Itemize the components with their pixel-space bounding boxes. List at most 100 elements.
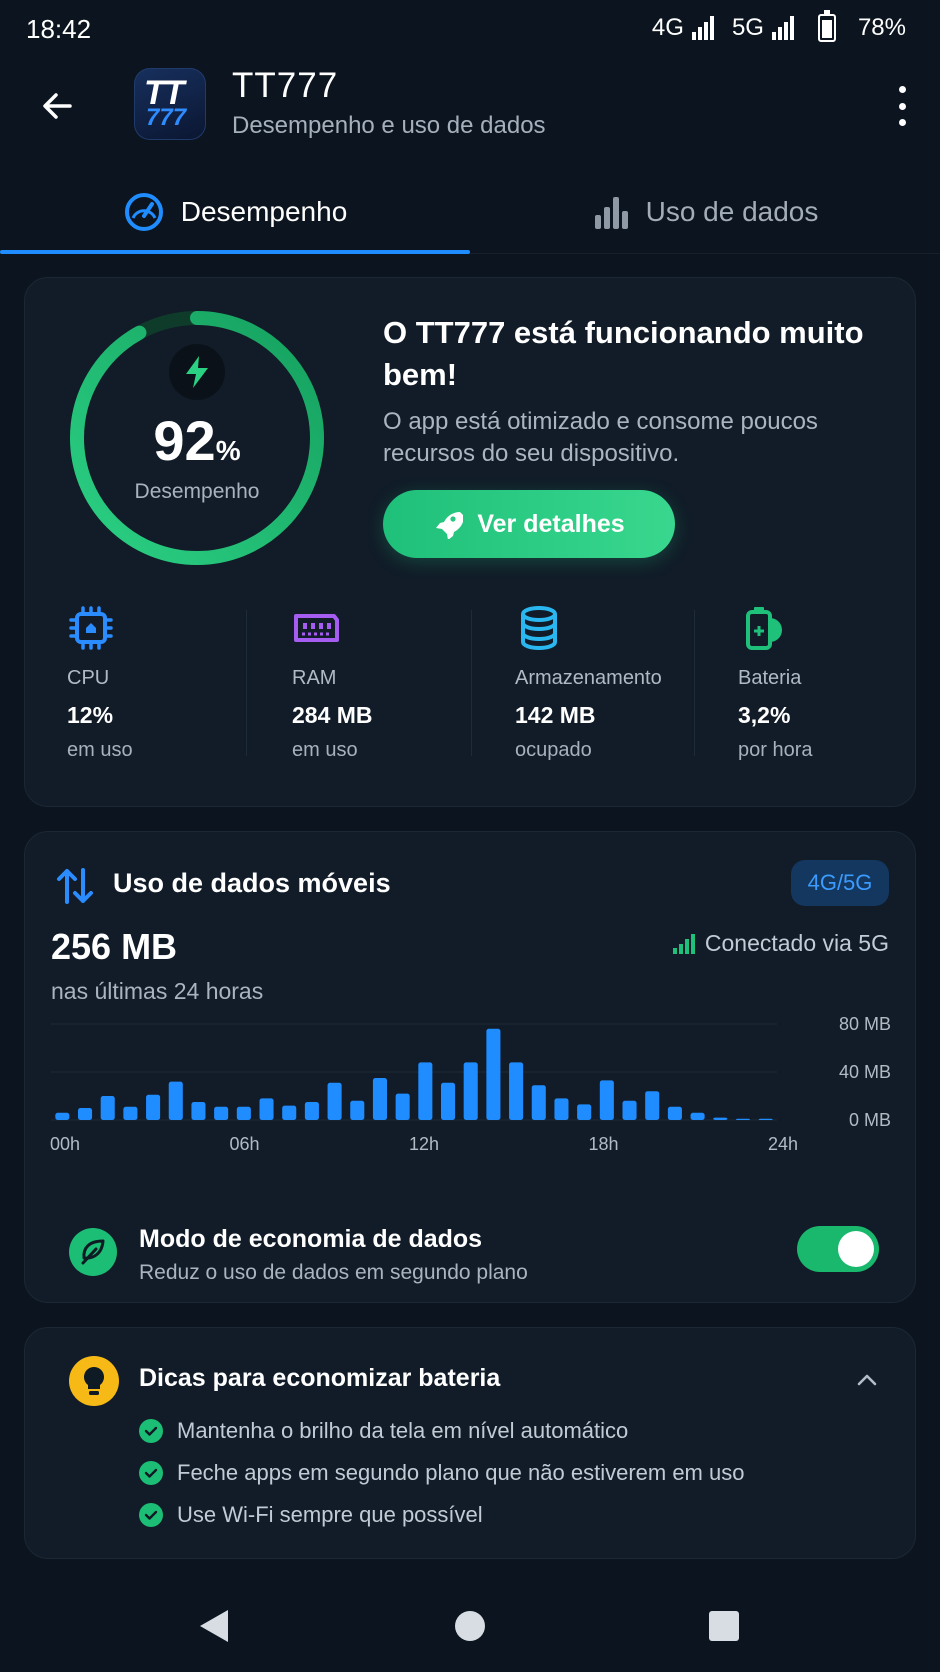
chart-bar [100, 1096, 115, 1120]
chart-bar [577, 1104, 592, 1120]
chart-bar [327, 1082, 342, 1120]
more-options-icon[interactable] [892, 86, 912, 126]
battery-icon [746, 607, 782, 650]
rocket-icon [436, 512, 464, 539]
hourly-data-chart: 80 MB 40 MB 0 MB 00h 06h 12h 18h 24h [50, 1014, 891, 1154]
database-icon [521, 606, 557, 651]
lightning-icon [169, 344, 225, 400]
performance-card: 92% Desempenho O TT777 está funcionando … [24, 277, 916, 807]
performance-score: 92% [153, 409, 241, 472]
check-icon [139, 1461, 163, 1485]
view-details-button[interactable]: Ver detalhes [383, 490, 675, 558]
data-transfer-icon [57, 868, 93, 904]
nav-recents-icon[interactable] [700, 1602, 748, 1650]
metric-battery: Bateria 3,2% por hora [694, 604, 917, 764]
active-tab-indicator [0, 250, 470, 254]
chart-x-tick-label: 12h [409, 1134, 439, 1154]
chart-bar [77, 1108, 93, 1120]
network-4g-label: 4G [651, 14, 684, 41]
app-title: TT777 [232, 66, 339, 105]
chevron-up-icon[interactable] [855, 1368, 879, 1392]
status-time: 18:42 [26, 14, 92, 44]
chart-bar [146, 1094, 161, 1120]
chart-bar [168, 1081, 183, 1120]
cpu-icon [69, 606, 113, 650]
nav-back-icon[interactable] [192, 1602, 240, 1650]
chart-x-tick-label: 18h [588, 1134, 618, 1154]
toggle-knob [838, 1231, 874, 1267]
data-period: nas últimas 24 horas [51, 978, 264, 1004]
chart-bar [55, 1112, 70, 1120]
data-saver-toggle[interactable] [797, 1226, 879, 1272]
status-icons: 4G 5G 78% [651, 10, 906, 42]
chart-bar [304, 1102, 319, 1120]
metric-ram: RAM 284 MB em uso [246, 604, 471, 764]
mobile-data-title: Uso de dados móveis [113, 868, 391, 898]
chart-bar [509, 1062, 524, 1120]
connection-status: Conectado via 5G [672, 930, 889, 957]
lightbulb-icon [69, 1356, 119, 1406]
chart-bar [350, 1100, 365, 1120]
chart-bar [622, 1100, 637, 1120]
data-total: 256 MB [51, 926, 178, 967]
network-badge: 4G/5G [791, 860, 889, 906]
list-item: Use Wi-Fi sempre que possível [139, 1494, 744, 1536]
chart-bar [191, 1102, 206, 1120]
battery-icon [817, 10, 836, 42]
tab-data-usage[interactable]: Uso de dados [470, 170, 940, 254]
chart-bar [554, 1098, 569, 1120]
chart-bar [418, 1062, 433, 1120]
tips-list: Mantenha o brilho da tela em nível autom… [139, 1410, 744, 1536]
chart-bar [599, 1080, 614, 1120]
chart-bar [486, 1028, 501, 1120]
back-arrow-icon[interactable] [36, 84, 80, 128]
chart-y-tick-label: 40 MB [839, 1062, 891, 1082]
battery-tips-card: Dicas para economizar bateria Mantenha o… [24, 1327, 916, 1559]
chart-bar [123, 1106, 138, 1120]
signal-icon [691, 16, 714, 40]
chart-x-tick-label: 24h [768, 1134, 798, 1154]
tab-performance[interactable]: Desempenho [0, 170, 470, 254]
signal-icon [771, 16, 794, 40]
tab-bar: Desempenho Uso de dados [0, 170, 940, 254]
metric-cpu: CPU 12% em uso [25, 604, 246, 764]
data-saver-title: Modo de economia de dados [139, 1225, 483, 1253]
chart-bar [645, 1091, 660, 1120]
check-icon [139, 1419, 163, 1443]
performance-description: O app está otimizado e consome poucos re… [383, 408, 818, 467]
chart-bar [758, 1118, 773, 1120]
battery-percent: 78% [857, 14, 906, 41]
chart-bar [395, 1093, 410, 1120]
tab-data-usage-label: Uso de dados [645, 196, 819, 227]
status-bar: 18:42 4G 5G 78% [0, 0, 940, 56]
performance-title: O TT777 está funcionando muito bem! [383, 315, 864, 392]
nav-home-icon[interactable] [446, 1602, 494, 1650]
metric-storage: Armazenamento 142 MB ocupado [471, 604, 694, 764]
ram-icon [294, 614, 339, 642]
performance-score-label: Desempenho [134, 480, 260, 503]
chart-bar [690, 1112, 705, 1120]
chart-x-tick-label: 00h [50, 1134, 80, 1154]
chart-bar [214, 1106, 229, 1120]
leaf-icon [69, 1228, 117, 1276]
chart-bar [713, 1117, 728, 1120]
signal-icon [672, 933, 695, 954]
chart-bar [282, 1105, 297, 1120]
data-saver-subtitle: Reduz o uso de dados em segundo plano [139, 1261, 528, 1284]
chart-bar [735, 1118, 751, 1120]
chart-bar [440, 1082, 456, 1120]
chart-bar [372, 1078, 388, 1120]
metrics-row: CPU 12% em uso RAM 284 MB em uso Armazen… [25, 604, 917, 764]
app-subtitle: Desempenho e uso de dados [232, 112, 546, 139]
chart-y-tick-label: 0 MB [849, 1110, 891, 1130]
bar-chart-icon [594, 197, 628, 229]
check-icon [139, 1503, 163, 1527]
mobile-data-card: Uso de dados móveis 4G/5G 256 MB nas últ… [24, 831, 916, 1303]
chart-bar [259, 1098, 274, 1120]
network-5g-label: 5G [731, 14, 764, 41]
chart-x-tick-label: 06h [229, 1134, 259, 1154]
connection-label: Conectado via 5G [704, 930, 889, 956]
app-logo: TT 777 [134, 68, 206, 140]
system-navigation-bar [0, 1580, 940, 1672]
app-bar: TT 777 TT777 Desempenho e uso de dados [0, 56, 940, 160]
